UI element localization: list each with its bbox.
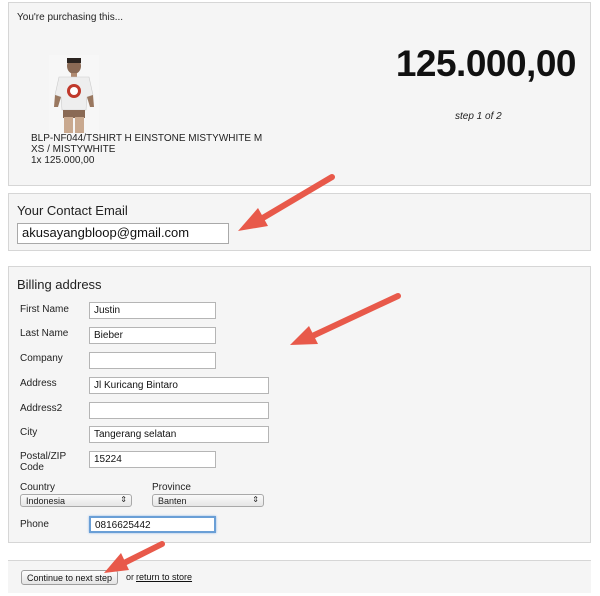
first-name-label: First Name <box>20 304 69 315</box>
product-description: BLP-NF044/TSHIRT H EINSTONE MISTYWHITE M… <box>31 133 262 166</box>
postal-code-input[interactable]: 15224 <box>89 451 216 468</box>
phone-label: Phone <box>20 519 49 530</box>
country-label: Country <box>20 482 56 493</box>
updown-chevron-icon: ⇕ <box>120 495 127 504</box>
email-input[interactable]: akusayangbloop@gmail.com <box>17 223 229 244</box>
or-text: or <box>126 572 135 582</box>
product-quantity-price: 1x 125.000,00 <box>31 155 95 166</box>
city-input[interactable]: Tangerang selatan <box>89 426 269 443</box>
billing-address-title: Billing address <box>17 277 102 292</box>
company-label: Company <box>20 353 63 364</box>
product-variant: XS / MISTYWHITE <box>31 144 116 155</box>
postal-label-line2: Code <box>20 462 44 473</box>
first-name-input[interactable]: Justin <box>89 302 216 319</box>
province-select-value: Banten <box>158 496 187 506</box>
updown-chevron-icon: ⇕ <box>252 495 259 504</box>
purchasing-label: You're purchasing this... <box>17 12 124 23</box>
continue-button[interactable]: Continue to next step <box>21 570 119 585</box>
last-name-label: Last Name <box>20 328 69 339</box>
product-name: BLP-NF044/TSHIRT H EINSTONE MISTYWHITE M <box>31 133 263 144</box>
step-indicator: step 1 of 2 <box>455 111 502 122</box>
company-input[interactable] <box>89 352 216 369</box>
total-price: 125.000,00 <box>395 43 577 84</box>
return-to-store-link[interactable]: return to store <box>136 572 192 582</box>
country-select[interactable]: Indonesia ⇕ <box>20 494 132 507</box>
address-input[interactable]: Jl Kuricang Bintaro <box>89 377 269 394</box>
address2-input[interactable] <box>89 402 269 419</box>
last-name-input[interactable]: Bieber <box>89 327 216 344</box>
address2-label: Address2 <box>20 403 63 414</box>
billing-address-panel: Billing address First Name Justin Last N… <box>8 266 591 543</box>
country-select-value: Indonesia <box>26 496 66 506</box>
checkout-footer: Continue to next step or return to store <box>8 560 591 593</box>
province-select[interactable]: Banten ⇕ <box>152 494 264 507</box>
postal-code-label: Postal/ZIP Code <box>20 451 66 473</box>
product-image <box>49 55 99 135</box>
phone-input[interactable]: 0816625442 <box>89 516 216 533</box>
city-label: City <box>20 427 38 438</box>
address-label: Address <box>20 378 57 389</box>
postal-label-line1: Postal/ZIP <box>20 451 67 462</box>
province-label: Province <box>152 482 191 493</box>
purchase-summary-panel: You're purchasing this... BLP-NF044/TSHI… <box>8 2 591 186</box>
contact-email-title: Your Contact Email <box>17 203 128 218</box>
contact-email-panel: Your Contact Email akusayangbloop@gmail.… <box>8 193 591 251</box>
